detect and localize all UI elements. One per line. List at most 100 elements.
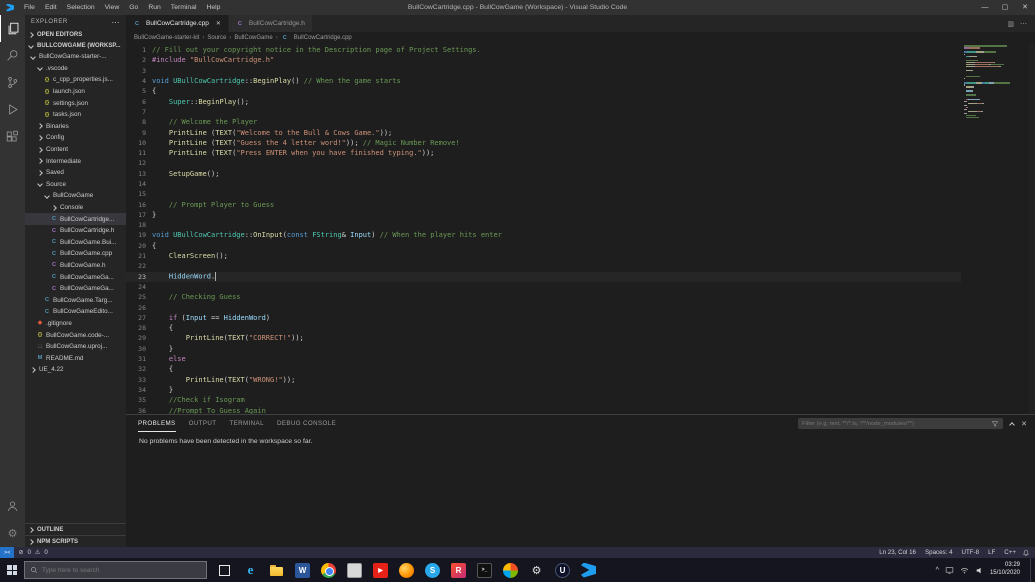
code-editor[interactable]: 1 // Fill out your copyright notice in th… (126, 43, 1035, 414)
cursor-position[interactable]: Ln 23, Col 16 (879, 549, 916, 556)
more-actions-icon[interactable]: ⋯ (1020, 20, 1027, 28)
file-item[interactable]: {} BullCowGame.code-... (25, 329, 126, 341)
taskbar-unreal-engine-icon[interactable]: U (555, 562, 570, 578)
code-line[interactable]: 15 (126, 189, 961, 199)
run-debug-icon[interactable] (0, 96, 25, 123)
code-line[interactable]: 32 { (126, 364, 961, 374)
file-item[interactable]: C BullCowGameGa... (25, 271, 126, 283)
code-line[interactable]: 36 //Prompt To Guess Again (126, 405, 961, 414)
display-icon[interactable] (945, 566, 954, 575)
code-line[interactable]: 22 (126, 261, 961, 271)
close-tab-icon[interactable]: ✕ (216, 20, 221, 27)
minimap[interactable] (964, 45, 1022, 119)
menu-selection[interactable]: Selection (62, 4, 100, 11)
code-line[interactable]: 19 void UBullCowCartridge::OnInput(const … (126, 230, 961, 240)
folder-item[interactable]: BullCowGame (25, 190, 126, 202)
maximize-panel-icon[interactable] (1009, 421, 1015, 428)
code-line[interactable]: 5{ (126, 86, 961, 96)
breadcrumb-item[interactable]: BullCowCartridge.cpp (294, 35, 352, 41)
file-item[interactable]: C BullCowCartridge... (25, 213, 126, 225)
taskbar-youtube-icon[interactable]: ▶ (373, 562, 388, 578)
warning-count[interactable]: 0 (44, 549, 47, 556)
minimize-icon[interactable]: — (975, 0, 995, 15)
settings-icon[interactable]: ⚙ (0, 520, 25, 547)
code-line[interactable]: 11 PrintLine (TEXT("Press ENTER when you… (126, 148, 961, 158)
menu-go[interactable]: Go (124, 4, 143, 11)
breadcrumb-item[interactable]: BullCowGame-starter-kit (134, 35, 199, 41)
code-line[interactable]: 24 (126, 282, 961, 292)
code-line[interactable]: 29 PrintLine(TEXT("CORRECT!")); (126, 333, 961, 343)
taskbar-search-input[interactable] (42, 566, 201, 574)
folder-item[interactable]: Content (25, 144, 126, 156)
code-line[interactable]: 35 //Check if Isogram (126, 395, 961, 405)
panel-tab-problems[interactable]: PROBLEMS (138, 415, 176, 432)
file-item[interactable]: C BullCowGameGa... (25, 283, 126, 295)
file-item[interactable]: ◆ .gitignore (25, 318, 126, 330)
folder-item[interactable]: Intermediate (25, 155, 126, 167)
menu-help[interactable]: Help (201, 4, 225, 11)
file-item[interactable]: C BullCowGame.Targ... (25, 294, 126, 306)
speaker-icon[interactable] (975, 566, 984, 575)
file-item[interactable]: {} launch.json (25, 86, 126, 98)
breadcrumb-item[interactable]: BullCowGame (234, 35, 272, 41)
start-button[interactable] (0, 558, 24, 582)
breadcrumb-item[interactable]: Source (207, 35, 226, 41)
code-line[interactable]: 20 { (126, 241, 961, 251)
code-line[interactable]: 13 SetupGame(); (126, 169, 961, 179)
taskbar-photos-icon[interactable] (503, 562, 518, 578)
code-line[interactable]: 8 // Welcome the Player (126, 117, 961, 127)
menu-edit[interactable]: Edit (40, 4, 62, 11)
editor-tab[interactable]: C BullCowCartridge.h (228, 15, 313, 32)
menu-file[interactable]: File (19, 4, 40, 11)
menu-run[interactable]: Run (143, 4, 165, 11)
menu-view[interactable]: View (100, 4, 125, 11)
file-item[interactable]: M README.md (25, 352, 126, 364)
warnings-icon[interactable]: ⚠ (35, 549, 40, 556)
code-line[interactable]: 34 } (126, 385, 961, 395)
code-line[interactable]: 4 void UBullCowCartridge::BeginPlay() // … (126, 76, 961, 86)
explorer-icon[interactable] (0, 15, 25, 42)
code-line[interactable]: 3 (126, 66, 961, 76)
code-line[interactable]: 14 (126, 179, 961, 189)
taskbar-settings-icon[interactable]: ⚙ (529, 563, 544, 578)
more-actions-icon[interactable]: ⋯ (112, 18, 121, 27)
editor-tab[interactable]: C BullCowCartridge.cpp ✕ (126, 15, 229, 32)
taskbar-file-explorer-icon[interactable] (269, 563, 284, 578)
taskbar-firefox-icon[interactable] (399, 562, 414, 578)
taskbar-clock[interactable]: 03:29 15/10/2020 (990, 562, 1020, 578)
code-line[interactable]: 16 // Prompt Player to Guess (126, 199, 961, 209)
panel-tab-debug-console[interactable]: DEBUG CONSOLE (277, 415, 336, 432)
folder-item[interactable]: UE_4.22 (25, 364, 126, 376)
taskbar-word-icon[interactable]: W (295, 562, 310, 578)
code-line[interactable]: 23 HiddenWord. (126, 271, 961, 282)
extensions-icon[interactable] (0, 123, 25, 150)
tray-chevron-up-icon[interactable]: ^ (936, 567, 939, 574)
file-item[interactable]: C BullCowGame.h (25, 260, 126, 272)
language-mode[interactable]: C++ (1004, 549, 1016, 556)
section-outline[interactable]: OUTLINE (25, 523, 126, 535)
taskbar-task-view-icon[interactable] (217, 563, 232, 578)
file-item[interactable]: C BullCowGame.Bui... (25, 237, 126, 249)
workspace-section[interactable]: BULLCOWGAME (WORKSP... (25, 40, 126, 51)
file-item[interactable]: {} tasks.json (25, 109, 126, 121)
folder-item[interactable]: Source (25, 179, 126, 191)
folder-item[interactable]: Config (25, 132, 126, 144)
taskbar-chrome-icon[interactable] (321, 562, 336, 578)
eol[interactable]: LF (988, 549, 995, 556)
menu-terminal[interactable]: Terminal (166, 4, 202, 11)
split-editor-icon[interactable]: ▥ (1007, 20, 1014, 28)
taskbar-skype-icon[interactable]: S (425, 562, 440, 578)
folder-item[interactable]: .vscode (25, 63, 126, 75)
encoding[interactable]: UTF-8 (962, 549, 980, 556)
file-item[interactable]: C BullCowGame.cpp (25, 248, 126, 260)
file-item[interactable]: C BullCowGameEdito... (25, 306, 126, 318)
source-control-icon[interactable] (0, 69, 25, 96)
code-line[interactable]: 27 if (Input == HiddenWord) (126, 313, 961, 323)
vertical-scrollbar[interactable] (1029, 43, 1035, 414)
code-line[interactable]: 26 (126, 302, 961, 312)
section-npm-scripts[interactable]: NPM SCRIPTS (25, 535, 126, 547)
code-line[interactable]: 33 PrintLine(TEXT("WRONG!")); (126, 375, 961, 385)
file-item[interactable]: C BullCowCartridge.h (25, 225, 126, 237)
taskbar-rider-icon[interactable]: R (451, 562, 466, 578)
code-line[interactable]: 9 PrintLine (TEXT("Welcome to the Bull &… (126, 127, 961, 137)
